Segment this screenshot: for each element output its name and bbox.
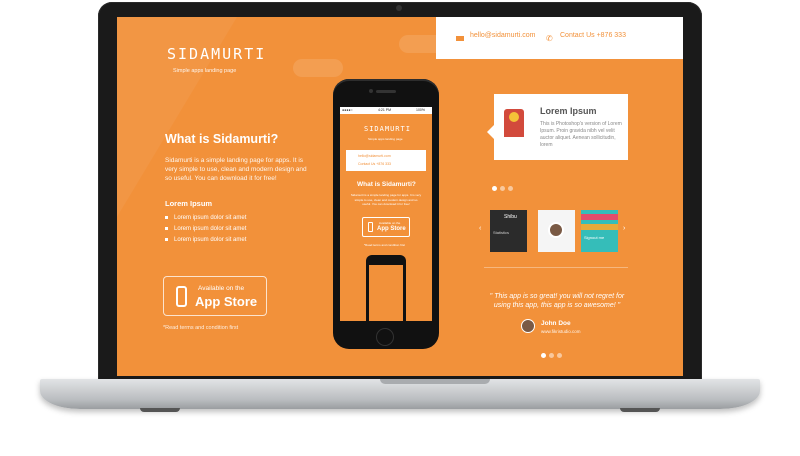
iphone-mockup: ●●●●○ 4:21 PM 100% SIDAMURTI Simple apps… bbox=[333, 79, 439, 349]
bullet-icon bbox=[165, 216, 168, 219]
phone-contact-box: hello@sidamurti.com Contact Us +876 333 bbox=[346, 150, 426, 171]
home-button bbox=[376, 328, 394, 346]
phone-speaker bbox=[376, 90, 396, 93]
phone-store-button: Available on the App Store bbox=[362, 217, 410, 237]
laptop-screen: hello@sidamurti.com ✆ Contact Us +876 33… bbox=[117, 17, 683, 376]
iphone-icon bbox=[176, 286, 187, 307]
slider-dot[interactable] bbox=[549, 353, 554, 358]
mail-icon bbox=[456, 36, 464, 41]
divider bbox=[484, 267, 628, 268]
avatar bbox=[521, 319, 535, 333]
phone-text: Sidamurti is a simple landing page for a… bbox=[350, 193, 422, 206]
chevron-left-icon[interactable]: ‹ bbox=[479, 225, 481, 232]
phone-status-bar: ●●●●○ 4:21 PM 100% bbox=[340, 107, 432, 114]
laptop-notch bbox=[380, 379, 490, 384]
contact-bar: hello@sidamurti.com ✆ Contact Us +876 33… bbox=[436, 17, 683, 59]
phone-title: What is Sidamurti? bbox=[357, 181, 416, 188]
thumb-label: Signout me bbox=[584, 235, 605, 240]
phone-screen: ●●●●○ 4:21 PM 100% SIDAMURTI Simple apps… bbox=[340, 107, 432, 321]
phone-email: hello@sidamurti.com bbox=[358, 154, 391, 158]
phone-camera bbox=[369, 89, 373, 93]
slider-dot[interactable] bbox=[508, 186, 513, 191]
terms-note[interactable]: *Read terms and condition first bbox=[163, 325, 238, 331]
webcam bbox=[396, 5, 402, 11]
bullet-icon bbox=[165, 227, 168, 230]
chevron-right-icon[interactable]: › bbox=[623, 225, 625, 232]
phone-icon: ✆ bbox=[546, 34, 553, 43]
slider-dot[interactable] bbox=[500, 186, 505, 191]
site-tagline: Simple apps landing page bbox=[173, 68, 237, 74]
slider-dot[interactable] bbox=[492, 186, 497, 191]
card-title: Lorem Ipsum bbox=[540, 106, 597, 116]
avatar bbox=[548, 222, 564, 238]
thumb-title: Shibu bbox=[504, 214, 517, 220]
testimonial-name: John Doe bbox=[541, 320, 571, 327]
testimonial-quote: " This app is so great! you will not reg… bbox=[489, 293, 625, 309]
mini-phone-image bbox=[366, 255, 406, 321]
carrier-signal: ●●●●○ bbox=[342, 108, 353, 112]
section-description: Sidamurti is a simple landing page for a… bbox=[165, 157, 307, 182]
phone-contact: Contact Us +876 333 bbox=[358, 162, 391, 166]
phone-tagline: Simple apps landing page bbox=[368, 137, 403, 141]
testimonial-slider-dots bbox=[541, 345, 565, 363]
status-time: 4:21 PM bbox=[378, 108, 392, 112]
list-item: Lorem ipsum dolor sit amet bbox=[165, 234, 246, 245]
contact-email[interactable]: hello@sidamurti.com bbox=[470, 32, 535, 39]
screenshot-thumbnail[interactable]: Signout me bbox=[581, 210, 618, 252]
cloud-decoration bbox=[293, 59, 343, 77]
card-text: This is Photoshop's version of Lorem Ips… bbox=[540, 121, 622, 148]
contact-phone[interactable]: Contact Us +876 333 bbox=[560, 32, 626, 39]
slider-dot[interactable] bbox=[541, 353, 546, 358]
battery-level: 100% bbox=[416, 108, 425, 112]
phone-terms: *Read terms and condition first bbox=[364, 243, 406, 247]
map-pin-badge-icon bbox=[504, 109, 524, 137]
phone-store-label: App Store bbox=[377, 226, 406, 232]
thumb-subtitle: Statistics bbox=[493, 230, 510, 235]
feature-card: Lorem Ipsum This is Photoshop's version … bbox=[494, 94, 628, 160]
laptop-foot bbox=[140, 408, 180, 412]
card-pointer bbox=[487, 125, 494, 139]
feature-list: Lorem ipsum dolor sit amet Lorem ipsum d… bbox=[165, 212, 246, 245]
iphone-icon bbox=[368, 222, 373, 232]
list-item: Lorem ipsum dolor sit amet bbox=[165, 212, 246, 223]
app-store-button[interactable]: Available on the App Store bbox=[163, 276, 267, 316]
laptop-foot bbox=[620, 408, 660, 412]
testimonial-site[interactable]: www.fikristudio.com bbox=[541, 329, 581, 334]
feature-slider-dots bbox=[492, 178, 516, 196]
phone-logo: SIDAMURTI bbox=[364, 125, 411, 133]
phone-store-caption: Available on the bbox=[379, 221, 401, 225]
screenshot-thumbnail[interactable]: Shibu Statistics bbox=[490, 210, 527, 252]
site-logo[interactable]: SIDAMURTI bbox=[167, 45, 266, 63]
list-title: Lorem Ipsum bbox=[165, 199, 213, 208]
screenshot-thumbnail[interactable] bbox=[538, 210, 575, 252]
slider-dot[interactable] bbox=[557, 353, 562, 358]
store-caption: Available on the bbox=[198, 285, 245, 292]
list-item: Lorem ipsum dolor sit amet bbox=[165, 223, 246, 234]
section-title: What is Sidamurti? bbox=[165, 132, 279, 146]
bullet-icon bbox=[165, 238, 168, 241]
store-label: App Store bbox=[195, 294, 258, 309]
